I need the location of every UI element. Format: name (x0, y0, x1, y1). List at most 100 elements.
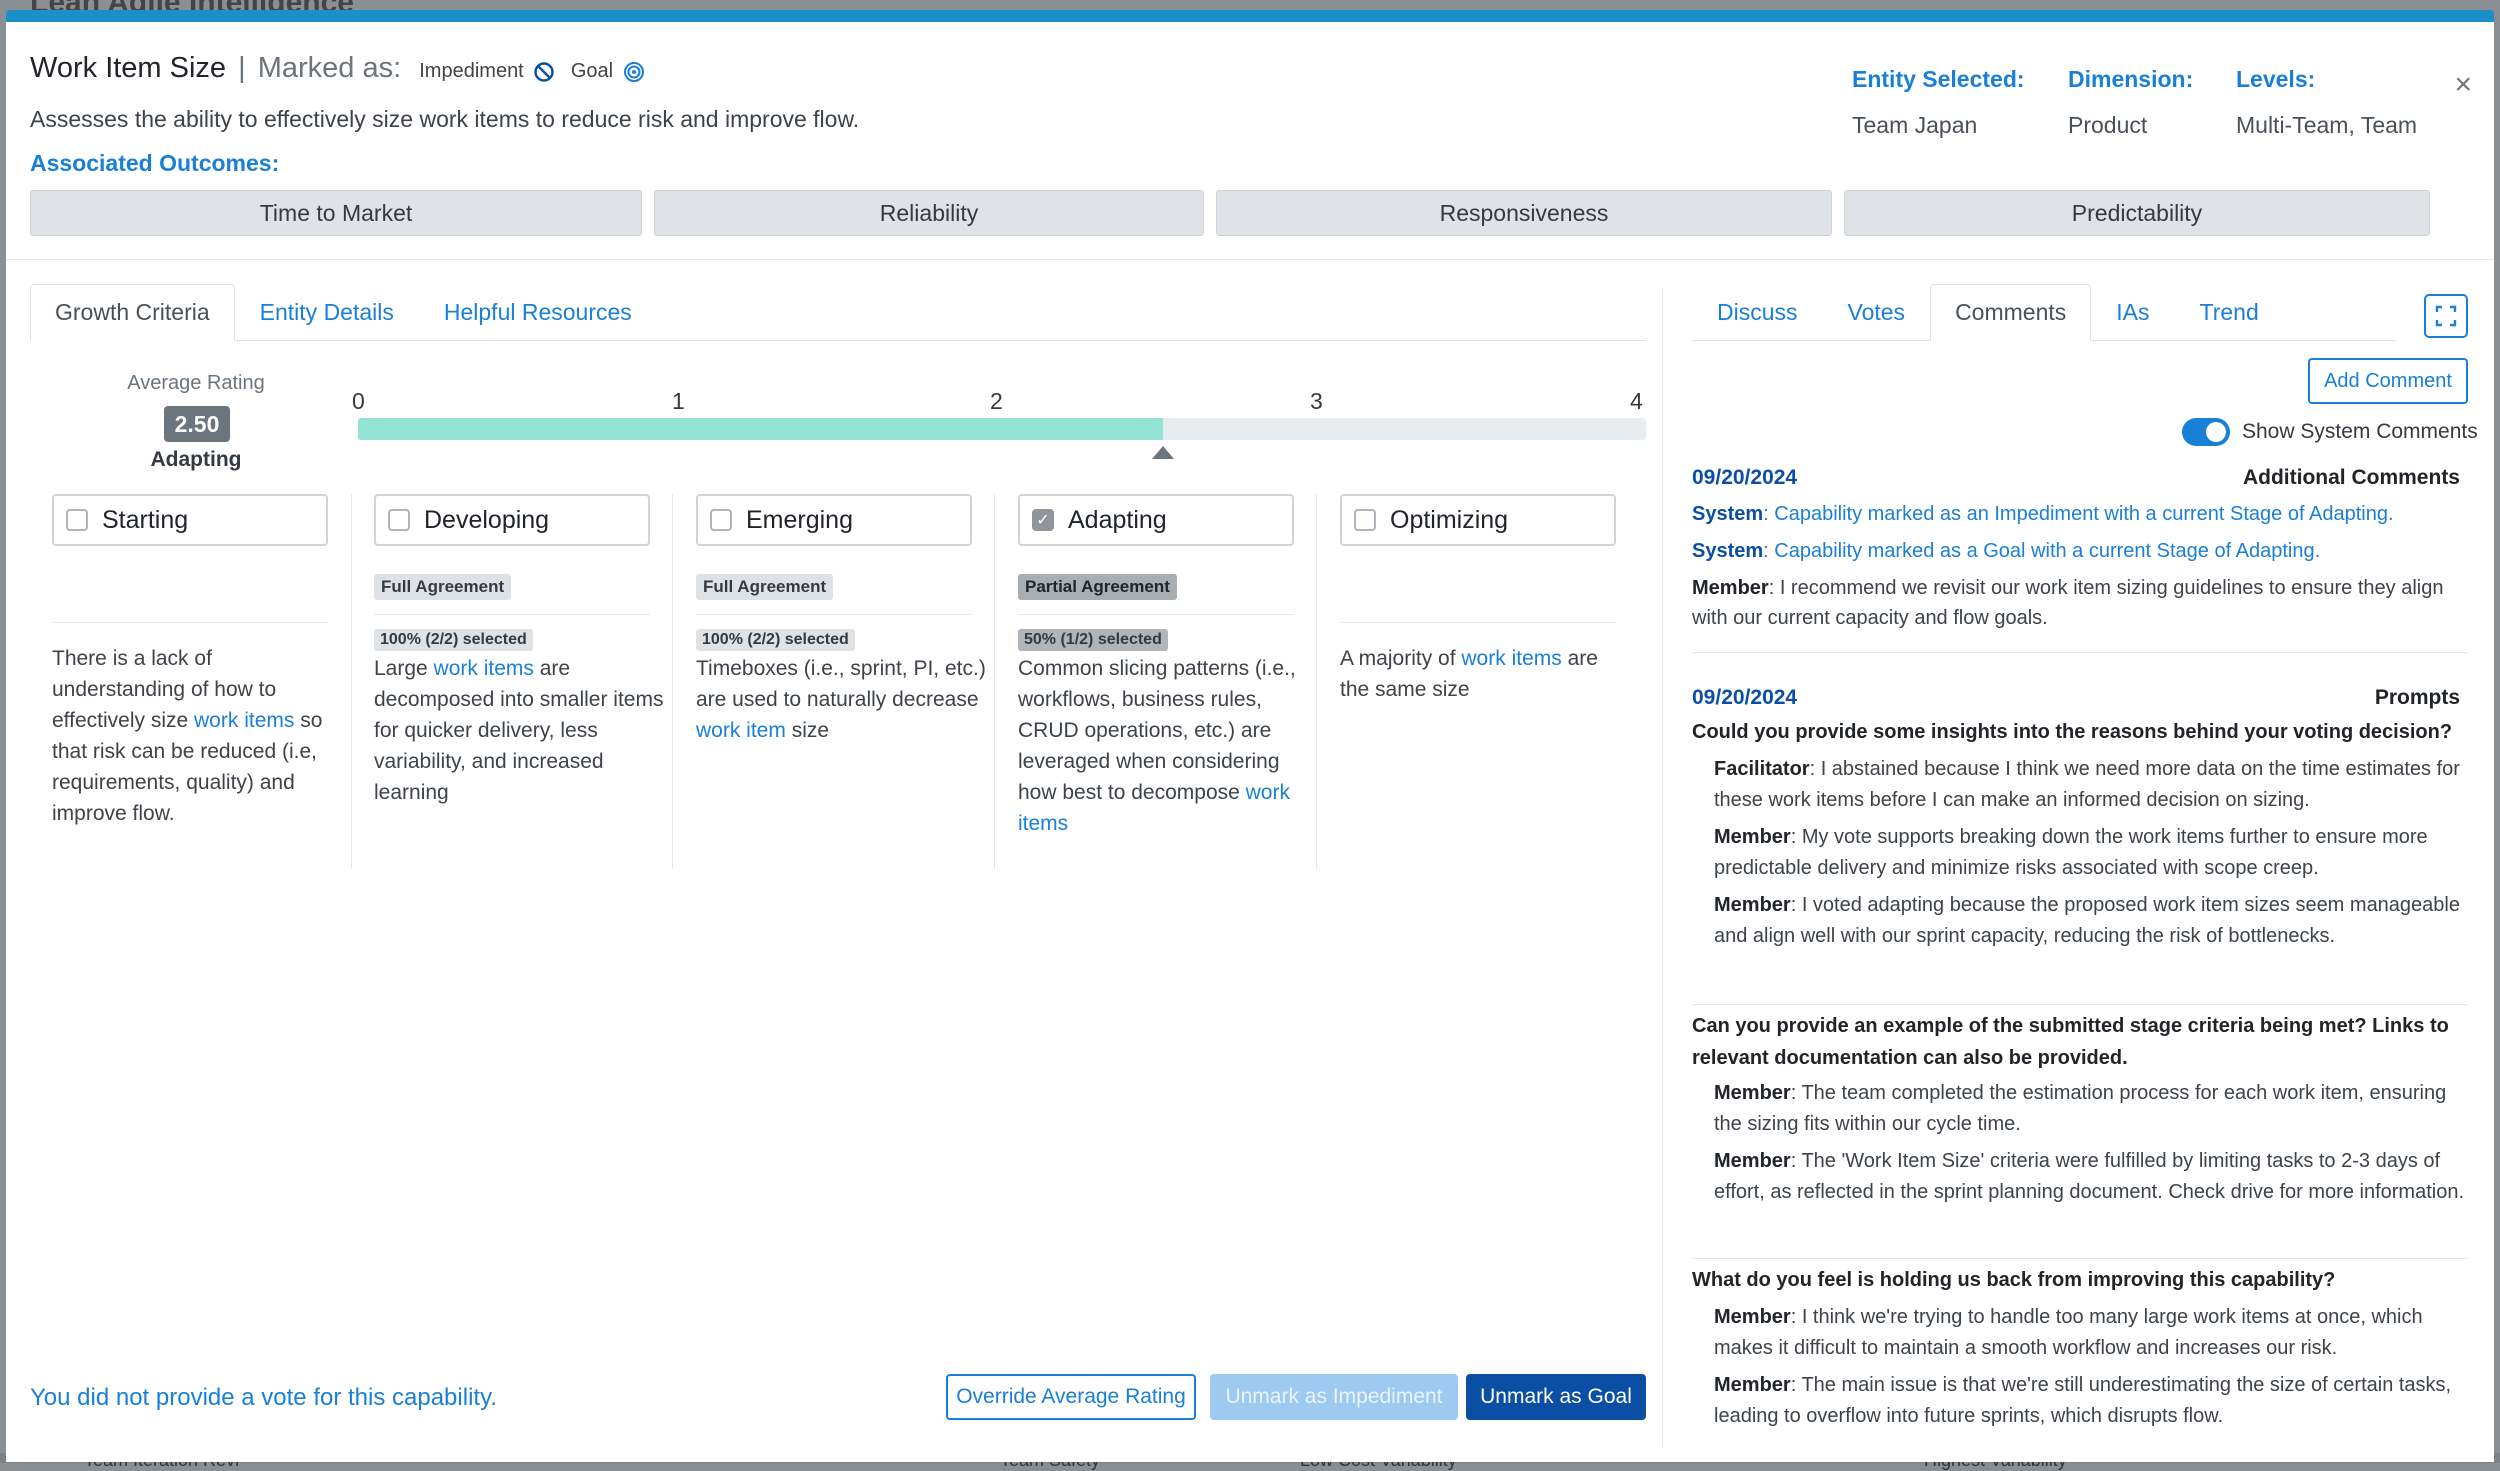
add-comment-button[interactable]: Add Comment (2308, 358, 2468, 404)
work-item-link[interactable]: work item (696, 719, 786, 742)
rating-marker (1152, 446, 1174, 459)
expand-button[interactable] (2424, 294, 2468, 338)
stage-developing-checkbox[interactable]: Developing (374, 494, 650, 546)
mark-goal-label: Goal (570, 60, 614, 82)
stage-column-adapting: ✓ Adapting Partial Agreement 50% (1/2) s… (1018, 494, 1328, 839)
stage-description: There is a lack of understanding of how … (52, 643, 342, 829)
tab-discuss[interactable]: Discuss (1692, 284, 1823, 341)
average-rating-value: 2.50 (164, 406, 230, 442)
rating-progress-track (358, 418, 1646, 440)
answer-text: : The team completed the estimation proc… (1714, 1082, 2447, 1135)
comment-divider (1692, 652, 2468, 653)
stage-column-developing: Developing Full Agreement 100% (2/2) sel… (374, 494, 684, 808)
mark-impediment: Impediment (419, 60, 561, 82)
prompt-question: Can you provide an example of the submit… (1692, 1015, 2449, 1069)
stage-rule (1018, 614, 1294, 615)
stage-adapting-checkbox[interactable]: ✓ Adapting (1018, 494, 1294, 546)
tab-trend[interactable]: Trend (2175, 284, 2284, 341)
prompt-answer: Member: I voted adapting because the pro… (1714, 890, 2468, 952)
comment-type: Prompts (2374, 686, 2460, 709)
tab-comments[interactable]: Comments (1930, 284, 2092, 341)
modal-header: Work Item Size | Marked as: Impediment G… (6, 22, 2494, 260)
levels-label: Levels: (2236, 66, 2316, 92)
tab-growth-criteria[interactable]: Growth Criteria (30, 284, 235, 341)
stage-rule (52, 622, 328, 623)
scale-tick: 2 (990, 388, 1003, 414)
answer-text: : I voted adapting because the proposed … (1714, 894, 2460, 947)
show-system-comments-toggle[interactable] (2182, 418, 2230, 446)
unmark-goal-button[interactable]: Unmark as Goal (1466, 1374, 1646, 1420)
override-average-rating-button[interactable]: Override Average Rating (946, 1374, 1196, 1420)
stage-column-optimizing: Optimizing A majority of work items are … (1340, 494, 1650, 705)
stage-description: Timeboxes (i.e., sprint, PI, etc.) are u… (696, 653, 986, 746)
selected-badge: 50% (1/2) selected (1018, 629, 1168, 651)
prompt-answer: Member: The 'Work Item Size' criteria we… (1714, 1146, 2468, 1208)
comment-line: System: Capability marked as a Goal with… (1692, 536, 2468, 566)
stage-spacer (52, 546, 362, 608)
unmark-impediment-button[interactable]: Unmark as Impediment (1210, 1374, 1458, 1420)
tab-entity-details[interactable]: Entity Details (235, 284, 419, 341)
vote-status-link[interactable]: You did not provide a vote for this capa… (30, 1384, 497, 1412)
answer-author: Member (1714, 1374, 1791, 1396)
stage-description: Common slicing patterns (i.e., workflows… (1018, 653, 1308, 839)
stage-name: Adapting (1068, 505, 1167, 534)
entity-selected-value: Team Japan (1852, 112, 1978, 138)
answer-text: : The 'Work Item Size' criteria were ful… (1714, 1150, 2465, 1203)
comment-divider (1692, 1004, 2468, 1005)
mark-impediment-label: Impediment (419, 60, 524, 82)
target-icon (623, 61, 644, 82)
answer-author: Member (1714, 894, 1791, 916)
stage-text: Large (374, 657, 434, 680)
entity-selected-label: Entity Selected: (1852, 66, 2025, 92)
selected-badge: 100% (2/2) selected (696, 629, 855, 651)
tab-votes[interactable]: Votes (1823, 284, 1931, 341)
prompt-answer: Member: The team completed the estimatio… (1714, 1078, 2468, 1140)
average-rating-stage: Adapting (150, 448, 242, 471)
agreement-badge: Full Agreement (374, 574, 512, 600)
stage-description: Large work items are decomposed into sma… (374, 653, 664, 808)
close-button[interactable]: × (2454, 68, 2472, 102)
no-entry-icon (534, 62, 555, 82)
comment-author: Member (1692, 577, 1769, 599)
selected-badge: 100% (2/2) selected (374, 629, 533, 651)
show-system-comments-label: Show System Comments (2242, 420, 2478, 443)
comment-type: Additional Comments (2242, 466, 2460, 489)
work-items-link[interactable]: work items (1461, 647, 1561, 670)
scale-tick: 3 (1310, 388, 1323, 414)
outcome-time-to-market: Time to Market (30, 190, 642, 236)
dimension-label: Dimension: (2068, 66, 2194, 92)
right-tab-bar: Discuss Votes Comments IAs Trend (1692, 284, 2396, 341)
checkmark-icon: ✓ (1032, 509, 1054, 531)
capability-description: Assesses the ability to effectively size… (30, 106, 860, 132)
stage-rule (696, 614, 972, 615)
stage-emerging-checkbox[interactable]: Emerging (696, 494, 972, 546)
stage-text: Timeboxes (i.e., sprint, PI, etc.) are u… (696, 657, 986, 711)
stage-name: Starting (102, 505, 189, 534)
tab-ias[interactable]: IAs (2091, 284, 2174, 341)
agreement-badge: Partial Agreement (1018, 574, 1177, 600)
answer-text: : I think we're trying to handle too man… (1714, 1306, 2423, 1359)
tab-helpful-resources[interactable]: Helpful Resources (419, 284, 657, 341)
checkbox-icon (710, 509, 732, 531)
answer-author: Member (1714, 1306, 1791, 1328)
stage-spacer (1340, 546, 1650, 608)
marked-as-label: Marked as: (257, 52, 402, 84)
panel-divider (1662, 288, 1663, 1448)
comment-date: 09/20/2024 (1692, 466, 1798, 489)
prompt-answer: Member: I think we're trying to handle t… (1714, 1302, 2468, 1364)
stage-optimizing-checkbox[interactable]: Optimizing (1340, 494, 1616, 546)
fullscreen-icon (2435, 305, 2457, 327)
comment-line: System: Capability marked as an Impedime… (1692, 499, 2468, 529)
work-items-link[interactable]: work items (194, 709, 294, 732)
answer-text: : I abstained because I think we need mo… (1714, 758, 2460, 811)
comment-author: System (1692, 503, 1764, 525)
work-items-link[interactable]: work items (434, 657, 534, 680)
mark-goal: Goal (571, 60, 645, 82)
answer-author: Facilitator (1714, 758, 1810, 780)
comment-line: Member: I recommend we revisit our work … (1692, 573, 2468, 633)
prompt-question: Could you provide some insights into the… (1692, 721, 2453, 743)
stage-rule (1340, 622, 1616, 623)
checkbox-icon (66, 509, 88, 531)
checkbox-icon (1354, 509, 1376, 531)
stage-starting-checkbox[interactable]: Starting (52, 494, 328, 546)
